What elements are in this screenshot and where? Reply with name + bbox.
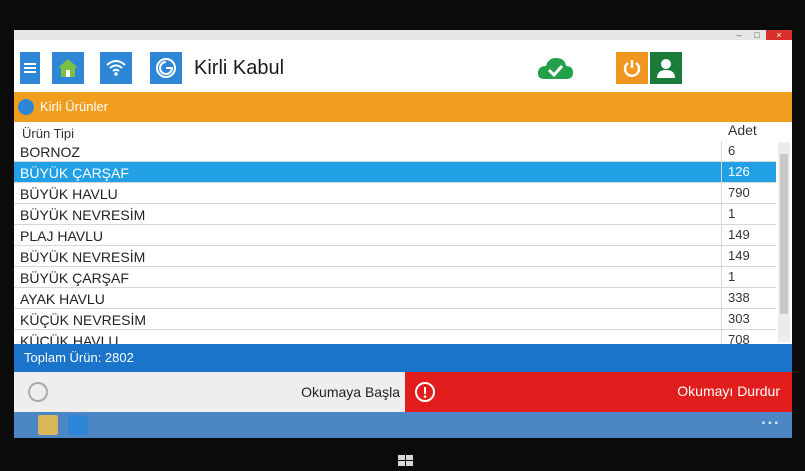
row-item-name: AYAK HAVLU — [20, 291, 105, 307]
menu-button[interactable] — [20, 52, 40, 84]
row-item-name: PLAJ HAVLU — [20, 228, 103, 244]
row-item-qty: 1 — [721, 204, 776, 225]
action-bar: Okumaya Başla Okumayı Durdur — [14, 372, 792, 412]
section-title: Kirli Ürünler — [40, 99, 108, 114]
column-header-qty: Adet — [728, 122, 757, 138]
table-row[interactable]: BÜYÜK ÇARŞAF 1 — [14, 267, 776, 288]
row-item-name: BÜYÜK ÇARŞAF — [20, 270, 129, 286]
row-item-qty: 790 — [721, 183, 776, 204]
home-icon — [58, 59, 78, 77]
table-row[interactable]: KÜÇÜK HAVLU 708 — [14, 330, 776, 344]
taskbar: ▪ ▪ ▪ — [14, 412, 792, 438]
total-items-text: Toplam Ürün: 2802 — [24, 350, 134, 365]
row-item-name: BÜYÜK ÇARŞAF — [20, 165, 129, 181]
table-row[interactable]: AYAK HAVLU 338 — [14, 288, 776, 309]
row-item-name: KÜÇÜK NEVRESİM — [20, 312, 147, 328]
power-button[interactable] — [616, 52, 648, 84]
row-item-qty: 338 — [721, 288, 776, 309]
cloud-check-icon — [537, 58, 573, 79]
table-row[interactable]: KÜÇÜK NEVRESİM 303 — [14, 309, 776, 330]
sync-status-button[interactable] — [534, 52, 576, 84]
row-item-qty: 6 — [721, 141, 776, 162]
row-item-qty: 149 — [721, 225, 776, 246]
scrollbar-thumb[interactable] — [780, 154, 788, 314]
app-screen: – □ × Kirli Kabul Kirli Ürünler Ürün Tip… — [14, 30, 792, 438]
row-item-qty: 126 — [721, 162, 776, 183]
table-row[interactable]: BÜYÜK NEVRESİM 1 — [14, 204, 776, 225]
row-item-name: BÜYÜK NEVRESİM — [20, 207, 146, 223]
row-item-name: BÜYÜK HAVLU — [20, 186, 118, 202]
menu-icon — [24, 63, 36, 73]
table-scrollbar[interactable] — [778, 142, 790, 342]
stop-reading-label: Okumayı Durdur — [677, 383, 780, 399]
row-item-qty: 708 — [721, 330, 776, 344]
table-row[interactable]: BÜYÜK NEVRESİM 149 — [14, 246, 776, 267]
app-logo-icon — [156, 58, 176, 78]
row-item-qty: 303 — [721, 309, 776, 330]
file-explorer-icon[interactable] — [38, 415, 58, 435]
section-logo-icon — [18, 99, 34, 115]
user-icon — [657, 59, 675, 78]
row-item-qty: 149 — [721, 246, 776, 267]
row-item-qty: 1 — [721, 267, 776, 288]
stop-reading-button[interactable]: Okumayı Durdur — [405, 372, 792, 412]
power-icon — [623, 60, 641, 77]
section-header: Kirli Ürünler — [14, 92, 792, 122]
wifi-button[interactable] — [100, 52, 132, 84]
start-reading-button[interactable]: Okumaya Başla — [214, 372, 404, 412]
close-button[interactable]: × — [766, 30, 792, 40]
system-tray[interactable]: ▪ ▪ ▪ — [762, 418, 778, 429]
page-title: Kirli Kabul — [194, 57, 285, 79]
app-logo-button[interactable] — [150, 52, 182, 84]
home-button[interactable] — [52, 52, 84, 84]
taskbar-wifi-icon[interactable] — [68, 415, 88, 435]
app-header: Kirli Kabul — [14, 40, 792, 92]
maximize-button[interactable]: □ — [748, 30, 766, 40]
row-item-name: KÜÇÜK HAVLU — [20, 333, 119, 344]
table-row[interactable]: BORNOZ 6 — [14, 141, 776, 162]
table-row[interactable]: BÜYÜK HAVLU 790 — [14, 183, 776, 204]
stop-icon — [415, 382, 435, 402]
window-titlebar: – □ × — [14, 30, 792, 40]
table-row-selected[interactable]: BÜYÜK ÇARŞAF 126 — [14, 162, 776, 183]
column-header-type: Ürün Tipi — [22, 126, 75, 141]
minimize-button[interactable]: – — [730, 30, 748, 40]
table-row[interactable]: PLAJ HAVLU 149 — [14, 225, 776, 246]
user-button[interactable] — [650, 52, 682, 84]
wifi-icon — [106, 60, 126, 76]
row-item-name: BORNOZ — [20, 144, 80, 160]
play-icon[interactable] — [28, 382, 48, 402]
items-table: Ürün Tipi Adet BORNOZ 6 BÜYÜK ÇARŞAF 126… — [14, 122, 792, 344]
windows-logo-icon — [398, 455, 413, 466]
total-bar: Toplam Ürün: 2802 — [14, 344, 792, 372]
row-item-name: BÜYÜK NEVRESİM — [20, 249, 146, 265]
